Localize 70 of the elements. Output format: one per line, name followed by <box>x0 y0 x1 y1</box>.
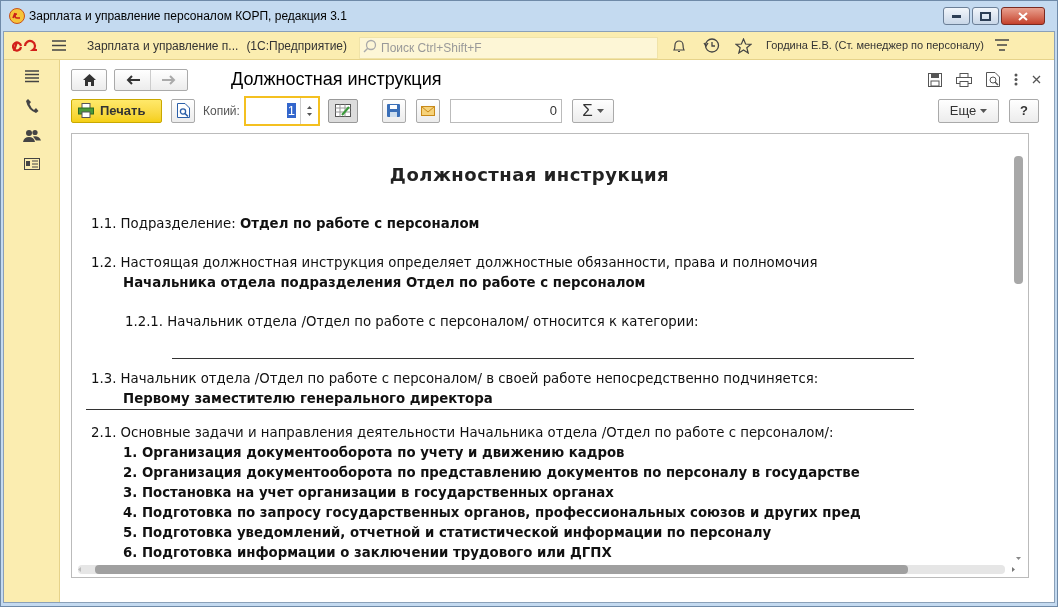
home-icon <box>82 73 96 86</box>
scroll-down-icon[interactable] <box>1016 557 1021 560</box>
settings-menu-icon[interactable] <box>994 39 1009 52</box>
printer-icon[interactable] <box>956 72 972 87</box>
id-card-icon[interactable] <box>23 158 40 170</box>
document-heading: Должностная инструкция <box>388 163 671 187</box>
app-logo-icon <box>9 8 25 24</box>
forward-arrow-icon <box>162 74 176 85</box>
close-icon <box>1018 11 1028 21</box>
search-icon <box>363 38 377 53</box>
close-button[interactable] <box>1001 7 1045 25</box>
preview-icon[interactable] <box>986 72 1000 87</box>
preview-button[interactable] <box>171 98 195 123</box>
document-text: 1.2.1. Начальник отдела /Отдел по работе с персоналом/ относится к категории: <box>124 313 700 331</box>
copies-label: Копий: <box>203 102 240 120</box>
back-arrow-icon <box>125 74 140 85</box>
printer-icon <box>78 103 94 118</box>
search-field[interactable]: Поиск Ctrl+Shift+F <box>359 36 658 59</box>
minimize-button[interactable] <box>943 7 970 25</box>
edit-table-button[interactable] <box>327 98 358 123</box>
menu-icon[interactable] <box>52 40 66 51</box>
document-text: 6. Подготовка информации о заключении трудового или ДГПХ <box>122 544 613 562</box>
scrollbar-thumb[interactable] <box>1014 156 1023 284</box>
print-button[interactable]: Печать <box>71 98 162 123</box>
menu-icon[interactable] <box>24 70 39 83</box>
copies-field[interactable]: 1 <box>243 95 320 126</box>
section-title[interactable]: Зарплата и управление п... <box>87 36 239 55</box>
document-text: 1.2. Настоящая должностная инструкция определяет должностные обязанности, права и полномочия <box>91 254 819 272</box>
document-text: 1. Организация документооборота по учету и движению кадров <box>122 444 626 462</box>
document-text: 3. Постановка на учет организации в государственных органах <box>122 484 615 502</box>
spin-up-icon[interactable] <box>306 105 312 109</box>
form-title: Должностная инструкция <box>231 68 442 91</box>
floppy-icon <box>387 104 401 117</box>
document-text: Первому заместителю генерального директора <box>86 389 914 410</box>
star-icon[interactable] <box>735 37 752 54</box>
table-edit-icon <box>334 104 351 117</box>
save-icon[interactable] <box>928 72 942 87</box>
more-dropdown-button[interactable]: Еще <box>938 98 999 123</box>
maximize-icon <box>980 11 991 21</box>
caret-icon <box>980 108 988 113</box>
document-text: 4. Подготовка по запросу государственных органов, профессиональных союзов и других пред <box>122 504 862 522</box>
sum-dropdown-button[interactable]: Σ <box>571 98 614 123</box>
document-text: 2. Организация документооборота по представлению документов по персоналу в государстве <box>122 464 861 482</box>
sum-field[interactable]: 0 <box>449 98 562 123</box>
preview-icon <box>176 103 190 118</box>
more-icon[interactable] <box>1014 73 1018 86</box>
spin-down-icon[interactable] <box>306 112 312 116</box>
caret-icon <box>596 108 604 113</box>
scroll-right-icon[interactable] <box>1012 567 1015 572</box>
document-text: 5. Подготовка уведомлений, отчетной и статистической информации по персоналу <box>122 524 773 542</box>
minimize-icon <box>952 14 961 18</box>
history-icon[interactable] <box>703 37 720 54</box>
user-name[interactable]: Гордина Е.В. (Ст. менеджер по персоналу) <box>766 37 984 54</box>
phone-icon[interactable] <box>24 98 39 114</box>
bell-icon[interactable] <box>671 37 687 54</box>
document-text: Начальника отдела подразделения Отдел по работе с персоналом <box>122 274 647 292</box>
document-text: 1.1. Подразделение: Отдел по работе с персоналом <box>91 215 481 233</box>
save-button[interactable] <box>381 98 406 123</box>
document-text: 2.1. Основные задачи и направления деятельности Начальника отдела /Отдел по работе с персоналом/: <box>91 424 835 442</box>
window-title: Зарплата и управление персоналом КОРП, редакция 3.1 <box>29 8 347 25</box>
home-button[interactable] <box>71 68 107 91</box>
email-button[interactable] <box>415 98 440 123</box>
envelope-icon <box>420 105 435 116</box>
close-icon[interactable] <box>1032 75 1041 84</box>
help-button[interactable]: ? <box>1009 98 1039 123</box>
platform-label: (1С:Предприятие) <box>246 37 347 55</box>
people-icon[interactable] <box>22 129 41 143</box>
maximize-button[interactable] <box>972 7 999 25</box>
document-text: 1.3. Начальник отдела /Отдел по работе с персоналом/ в своей работе непосредственно подчиняется: <box>91 370 820 388</box>
logo-icon <box>12 38 38 53</box>
